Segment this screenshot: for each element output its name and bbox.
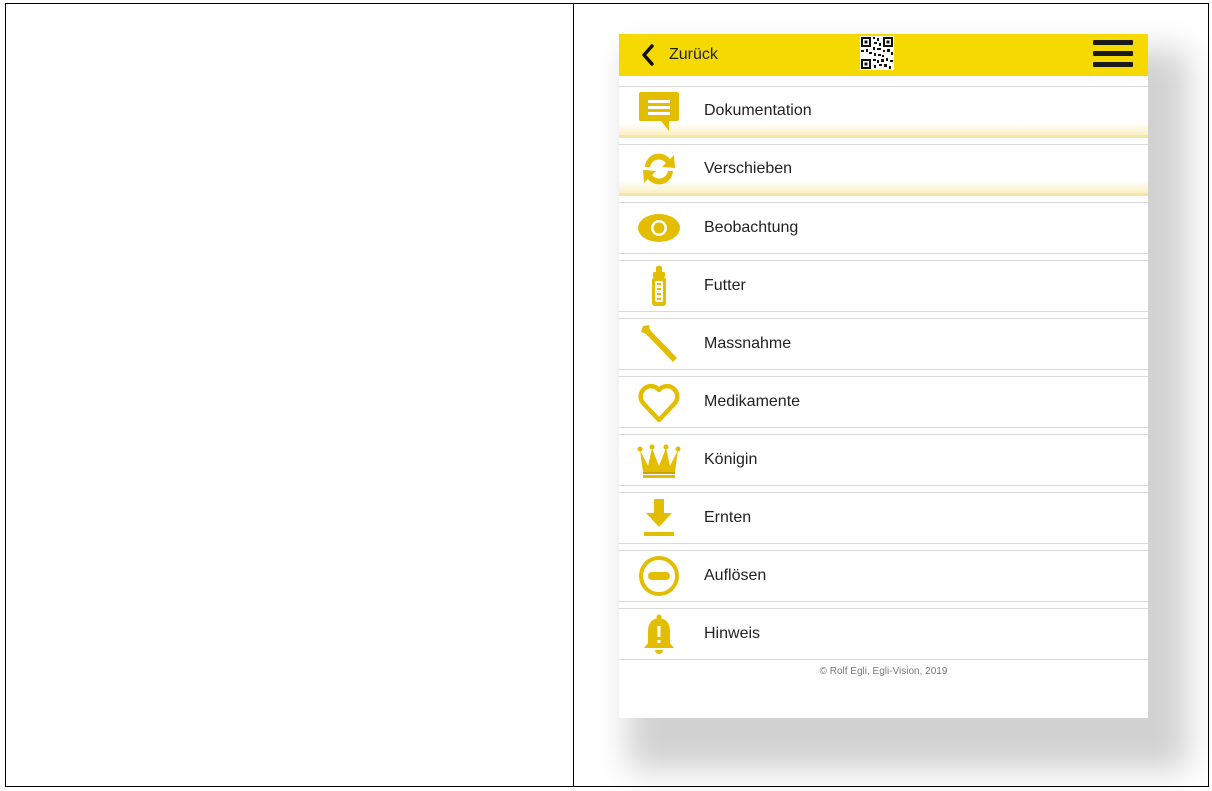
list-item-koenigin[interactable]: Königin <box>619 434 1148 486</box>
alert-bell-icon <box>637 612 681 656</box>
back-button[interactable]: Zurück <box>641 42 718 68</box>
back-label: Zurück <box>669 46 718 63</box>
item-label: Medikamente <box>704 393 801 410</box>
list-item-ernten[interactable]: Ernten <box>619 492 1148 544</box>
baby-bottle-icon <box>637 264 681 308</box>
refresh-arrows-icon <box>637 147 681 191</box>
crown-icon <box>637 438 681 482</box>
heart-icon <box>637 380 681 424</box>
list-item-beobachtung[interactable]: Beobachtung <box>619 202 1148 254</box>
hive-tool-icon <box>637 322 681 366</box>
item-label: Königin <box>704 451 758 468</box>
eye-icon <box>637 206 681 250</box>
minus-circle-icon <box>637 554 681 598</box>
item-label: Futter <box>704 277 746 294</box>
qr-code-icon[interactable] <box>860 36 894 70</box>
item-label: Massnahme <box>704 335 792 352</box>
list-item-dokumentation[interactable]: Dokumentation <box>619 86 1148 138</box>
list-item-hinweis[interactable]: Hinweis <box>619 608 1148 660</box>
chevron-left-icon <box>642 44 654 66</box>
item-label: Hinweis <box>704 625 761 642</box>
list-item-massnahme[interactable]: Massnahme <box>619 318 1148 370</box>
item-label: Auflösen <box>704 567 767 584</box>
hamburger-menu-icon[interactable] <box>1093 37 1133 69</box>
copyright-footer: © Rolf Egli, Egli-Vision, 2019 <box>819 666 948 677</box>
list-item-aufloesen[interactable]: Auflösen <box>619 550 1148 602</box>
list-item-verschieben[interactable]: Verschieben <box>619 144 1148 196</box>
top-bar: Zurück <box>619 34 1148 76</box>
item-label: Dokumentation <box>704 102 812 119</box>
item-label: Beobachtung <box>704 219 799 236</box>
phone-screen: Zurück Dokumentation Verschieben Beobach… <box>619 34 1148 718</box>
item-label: Ernten <box>704 509 752 526</box>
speech-bubble-icon <box>637 89 681 133</box>
download-arrow-icon <box>637 496 681 540</box>
list-item-medikamente[interactable]: Medikamente <box>619 376 1148 428</box>
column-divider <box>573 3 574 787</box>
action-list: Dokumentation Verschieben Beobachtung Fu… <box>619 86 1148 666</box>
item-label: Verschieben <box>704 160 793 177</box>
list-item-futter[interactable]: Futter <box>619 260 1148 312</box>
